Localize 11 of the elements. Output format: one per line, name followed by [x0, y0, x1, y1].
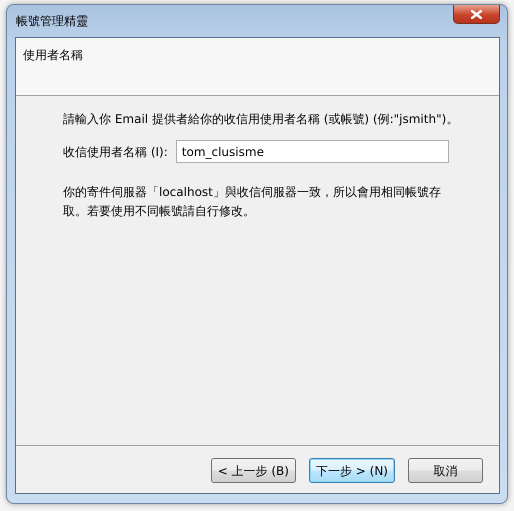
username-label: 收信使用者名稱 (I):	[63, 144, 168, 160]
cancel-button[interactable]: 取消	[408, 458, 483, 483]
close-button[interactable]	[453, 5, 500, 24]
username-field[interactable]: tom_clusisme	[176, 140, 449, 163]
window-title: 帳號管理精靈	[16, 13, 88, 30]
next-button[interactable]: 下一步 > (N)	[308, 458, 395, 483]
back-button[interactable]: < 上一步 (B)	[210, 458, 296, 483]
page-title: 使用者名稱	[23, 47, 84, 64]
note-text: 你的寄件伺服器「localhost」與收信伺服器一致，所以會用相同帳號存取。若要使用不同帳號請自行修改。	[63, 184, 442, 220]
instruction-text: 請輸入你 Email 提供者給你的收信用使用者名稱 (或帳號) (例:"jsmith")。	[63, 111, 459, 128]
close-icon	[471, 10, 482, 18]
